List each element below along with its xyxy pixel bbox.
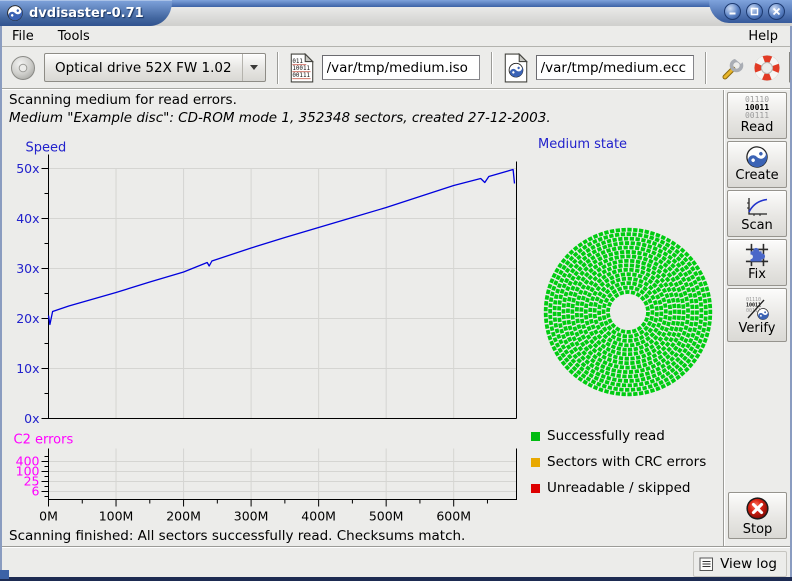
svg-text:200M: 200M [166, 509, 201, 524]
ecc-file-icon [504, 53, 528, 83]
window-left-border [0, 26, 2, 577]
window-bottom-border [0, 577, 792, 581]
scan-chart-icon [745, 195, 769, 218]
view-log-button[interactable]: View log [693, 551, 787, 577]
svg-text:50x: 50x [16, 161, 39, 176]
scan-button[interactable]: Scan [727, 190, 787, 237]
medium-state-disc [542, 226, 714, 398]
scan-result-status: Scanning finished: All sectors successfu… [9, 528, 465, 544]
read-speed-and-c2-charts: 0x 10x 20x 30x 40x 50x 0M 100M 200M 300M 400M 500M 6… [6, 134, 526, 528]
action-sidebar: 01110 10011 00111 Read Create Scan [727, 92, 787, 342]
preferences-wrench-icon[interactable] [719, 55, 745, 81]
toolbar-separator [491, 52, 493, 84]
svg-text:0x: 0x [24, 411, 39, 426]
svg-text:0M: 0M [39, 509, 58, 524]
svg-text:00111: 00111 [292, 73, 310, 79]
menu-help[interactable]: Help [746, 28, 782, 45]
menu-file[interactable]: File [10, 28, 36, 45]
app-yinyang-icon [7, 5, 23, 21]
footer-separator [0, 546, 792, 547]
legend-swatch [531, 458, 540, 467]
log-list-icon [699, 557, 714, 572]
medium-state-title: Medium state [538, 137, 627, 152]
window-corner [0, 570, 9, 579]
legend-swatch [531, 484, 540, 493]
toolbar-separator [705, 52, 707, 84]
svg-text:500M: 500M [369, 509, 404, 524]
ecc-path-input[interactable] [536, 55, 694, 80]
legend-row: Successfully read [531, 423, 706, 449]
scan-heading: Scanning medium for read errors. Medium … [9, 91, 551, 127]
stop-button[interactable]: Stop [728, 492, 787, 539]
verify-button-label: Verify [739, 321, 776, 336]
verify-binary-yinyang-icon: 01110 10011 00111 [744, 295, 770, 321]
sidebar-separator [723, 90, 725, 546]
svg-text:Speed: Speed [26, 141, 67, 156]
menubar: File Tools Help [0, 26, 792, 47]
iso-path-input[interactable] [322, 55, 480, 80]
svg-text:300M: 300M [234, 509, 269, 524]
svg-text:600M: 600M [436, 509, 471, 524]
minimize-icon [728, 7, 737, 16]
stop-icon [744, 495, 771, 522]
legend-label: Sectors with CRC errors [547, 454, 706, 470]
read-button[interactable]: 01110 10011 00111 Read [727, 92, 787, 139]
verify-button[interactable]: 01110 10011 00111 Verify [727, 288, 787, 342]
svg-text:400M: 400M [301, 509, 336, 524]
chevron-down-icon [250, 65, 258, 70]
title-tab: dvdisaster-0.71 [0, 0, 172, 26]
svg-text:100M: 100M [99, 509, 134, 524]
toolbar-separator [277, 52, 279, 84]
drive-selector-value: Optical drive 52X FW 1.02 [45, 60, 242, 76]
svg-text:10011: 10011 [292, 66, 310, 72]
menu-tools[interactable]: Tools [56, 28, 92, 45]
svg-text:40x: 40x [16, 211, 39, 226]
close-icon [772, 7, 781, 16]
drive-selector[interactable]: Optical drive 52X FW 1.02 [44, 53, 266, 82]
create-button[interactable]: Create [727, 141, 787, 188]
legend-label: Unreadable / skipped [547, 480, 690, 496]
legend-row: Sectors with CRC errors [531, 449, 706, 475]
close-button[interactable] [768, 3, 785, 20]
toolbar: Optical drive 52X FW 1.02 011 10011 0011… [0, 47, 792, 89]
create-button-label: Create [735, 168, 778, 183]
yinyang-create-icon [746, 146, 768, 168]
maximize-icon [750, 7, 759, 16]
scan-button-label: Scan [741, 218, 773, 233]
legend-label: Successfully read [547, 428, 665, 444]
fix-button-label: Fix [748, 267, 766, 282]
window-controls [709, 0, 792, 23]
dvdisaster-window: dvdisaster-0.71 File Tools Help Optical … [0, 0, 792, 581]
binary-read-icon: 01110 10011 00111 [745, 96, 769, 120]
titlebar[interactable]: dvdisaster-0.71 [0, 0, 792, 26]
cd-drive-icon [10, 55, 36, 81]
heading-line1: Scanning medium for read errors. [9, 91, 551, 109]
window-title: dvdisaster-0.71 [29, 6, 144, 21]
toolbar-right-group [702, 52, 792, 84]
svg-text:011: 011 [292, 59, 303, 65]
svg-text:30x: 30x [16, 261, 39, 276]
view-log-label: View log [720, 556, 777, 572]
svg-text:C2 errors: C2 errors [14, 433, 74, 448]
svg-text:10x: 10x [16, 361, 39, 376]
legend-swatch [531, 432, 540, 441]
drive-selector-arrow [242, 54, 265, 81]
help-lifebelt-icon[interactable] [754, 55, 780, 81]
fix-button[interactable]: Fix [727, 239, 787, 286]
puzzle-fix-icon [745, 243, 769, 267]
read-button-label: Read [741, 120, 774, 135]
iso-file-icon: 011 10011 00111 [290, 53, 314, 83]
medium-state-legend: Successfully read Sectors with CRC error… [531, 423, 706, 501]
minimize-button[interactable] [724, 3, 741, 20]
stop-button-label: Stop [743, 522, 773, 537]
svg-text:20x: 20x [16, 311, 39, 326]
heading-line2: Medium "Example disc": CD-ROM mode 1, 35… [9, 109, 551, 127]
svg-text:400: 400 [16, 454, 40, 469]
maximize-button[interactable] [746, 3, 763, 20]
legend-row: Unreadable / skipped [531, 475, 706, 501]
